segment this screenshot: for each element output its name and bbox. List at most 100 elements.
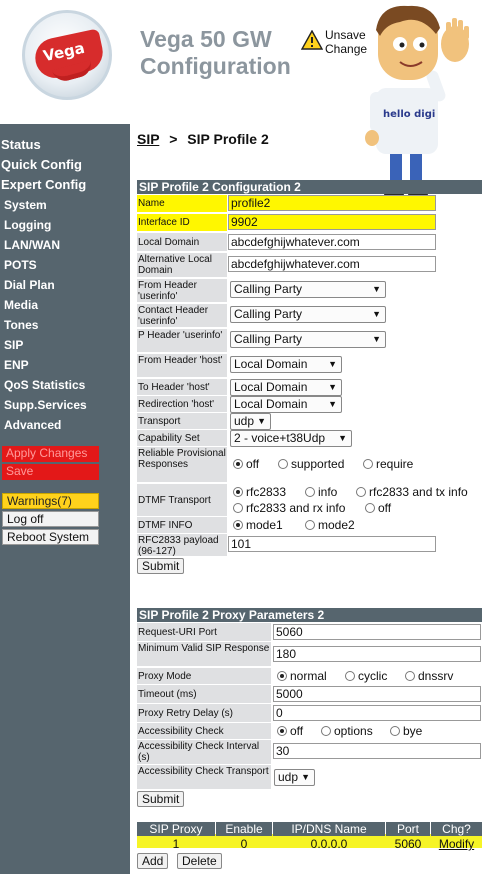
from-userinfo-label: From Header 'userinfo' (137, 279, 227, 302)
nav-qos-statistics[interactable]: QoS Statistics (4, 378, 85, 392)
access-check-transport-select[interactable]: udp ▼ (274, 769, 315, 786)
interface-id-input[interactable]: 9902 (228, 214, 436, 230)
accessibility-check-label: Accessibility Check (137, 723, 271, 739)
app-title: Vega 50 GW Configuration (140, 26, 291, 79)
nav-quick-config[interactable]: Quick Config (1, 157, 82, 172)
col-enable: Enable (216, 822, 272, 836)
modify-link[interactable]: Modify (431, 837, 482, 851)
col-sip-proxy: SIP Proxy (137, 822, 215, 836)
proxy-mode-label: Proxy Mode (137, 668, 271, 684)
name-row: Name profile2 (137, 195, 482, 212)
dtmf-info-label: DTMF INFO (137, 517, 227, 533)
reliable-off-radio[interactable]: off (233, 457, 259, 471)
reliable-require-radio[interactable]: require (363, 457, 413, 471)
to-host-select[interactable]: Local Domain ▼ (230, 379, 342, 396)
proxy-mode-normal-radio[interactable]: normal (277, 669, 327, 683)
from-userinfo-select[interactable]: Calling Party ▼ (230, 281, 386, 298)
timeout-row: Timeout (ms) 5000 (137, 685, 482, 703)
proxy-section-title: SIP Profile 2 Proxy Parameters 2 (137, 608, 482, 622)
contact-userinfo-select[interactable]: Calling Party ▼ (230, 306, 386, 323)
nav-dial-plan[interactable]: Dial Plan (4, 278, 55, 292)
access-check-off-radio[interactable]: off (277, 724, 303, 738)
nav-pots[interactable]: POTS (4, 258, 37, 272)
config-section-title: SIP Profile 2 Configuration 2 (137, 180, 482, 194)
retry-delay-label: Proxy Retry Delay (s) (137, 704, 271, 722)
nav-lan-wan[interactable]: LAN/WAN (4, 238, 60, 252)
nav-advanced[interactable]: Advanced (4, 418, 61, 432)
transport-row: Transport udp ▼ (137, 413, 482, 430)
timeout-input[interactable]: 5000 (273, 686, 481, 702)
local-domain-label: Local Domain (137, 233, 227, 251)
redirection-host-select[interactable]: Local Domain ▼ (230, 396, 342, 413)
delete-button[interactable]: Delete (177, 853, 222, 869)
dtmf-off-radio[interactable]: off (365, 501, 391, 515)
min-sip-response-input[interactable]: 180 (273, 646, 481, 662)
proxy-mode-dnssrv-radio[interactable]: dnssrv (405, 669, 453, 683)
reliable-supported-radio[interactable]: supported (278, 457, 344, 471)
name-label: Name (137, 195, 227, 212)
apply-changes-button[interactable]: Apply Changes (2, 446, 99, 462)
timeout-label: Timeout (ms) (137, 685, 271, 703)
contact-userinfo-label: Contact Header 'userinfo' (137, 304, 227, 327)
from-host-label: From Header 'host' (137, 354, 227, 377)
capability-set-label: Capability Set (137, 430, 227, 446)
proxy-mode-cyclic-radio[interactable]: cyclic (345, 669, 387, 683)
nav-media[interactable]: Media (4, 298, 38, 312)
redirection-host-row: Redirection 'host' Local Domain ▼ (137, 396, 482, 413)
warnings-button[interactable]: Warnings(7) (2, 493, 99, 509)
nav-logging[interactable]: Logging (4, 218, 51, 232)
access-check-transport-row: Accessibility Check Transport udp ▼ (137, 765, 482, 789)
col-port: Port (386, 822, 430, 836)
nav-enp[interactable]: ENP (4, 358, 29, 372)
breadcrumb: SIP > SIP Profile 2 (137, 131, 269, 147)
dtmf-info-mode2-radio[interactable]: mode2 (305, 518, 355, 532)
nav-supp-services[interactable]: Supp.Services (4, 398, 87, 412)
interface-id-label: Interface ID (137, 214, 227, 231)
mascot-shirt-text: hello digi (383, 109, 435, 120)
local-domain-input[interactable]: abcdefghijwhatever.com (228, 234, 436, 250)
to-host-row: To Header 'host' Local Domain ▼ (137, 379, 482, 396)
dtmf-rfc2833-radio[interactable]: rfc2833 (233, 485, 286, 499)
dtmf-rfc2833-tx-info-radio[interactable]: rfc2833 and tx info (356, 485, 468, 499)
interface-id-row: Interface ID 9902 (137, 214, 482, 231)
request-uri-port-input[interactable]: 5060 (273, 624, 481, 640)
from-host-select[interactable]: Local Domain ▼ (230, 356, 342, 373)
add-button[interactable]: Add (137, 853, 169, 869)
capability-set-select[interactable]: 2 - voice+t38Udp ▼ (230, 430, 352, 447)
log-off-button[interactable]: Log off (2, 511, 99, 527)
access-check-bye-radio[interactable]: bye (390, 724, 422, 738)
proxy-submit-button[interactable]: Submit (137, 791, 185, 807)
request-uri-port-row: Request-URI Port 5060 (137, 623, 482, 641)
retry-delay-row: Proxy Retry Delay (s) 0 (137, 704, 482, 722)
dtmf-info-row: DTMF INFO mode1 mode2 (137, 517, 482, 533)
from-userinfo-row: From Header 'userinfo' Calling Party ▼ (137, 279, 482, 302)
breadcrumb-sip-link[interactable]: SIP (137, 131, 159, 147)
alt-domain-row: Alternative Local Domain abcdefghijwhate… (137, 253, 482, 277)
nav-tones[interactable]: Tones (4, 318, 38, 332)
config-submit-button[interactable]: Submit (137, 558, 185, 574)
name-input[interactable]: profile2 (228, 195, 436, 211)
dtmf-transport-row: DTMF Transport rfc2833 info rfc2833 and … (137, 484, 482, 516)
dtmf-info-radio[interactable]: info (305, 485, 337, 499)
access-check-options-radio[interactable]: options (321, 724, 373, 738)
transport-select[interactable]: udp ▼ (230, 413, 271, 430)
request-uri-port-label: Request-URI Port (137, 623, 271, 641)
nav-sip[interactable]: SIP (4, 338, 23, 352)
dtmf-info-mode1-radio[interactable]: mode1 (233, 518, 283, 532)
nav-expert-config[interactable]: Expert Config (1, 177, 86, 192)
alt-domain-input[interactable]: abcdefghijwhatever.com (228, 256, 436, 272)
retry-delay-input[interactable]: 0 (273, 705, 481, 721)
mascot-illustration: hello digi (365, 5, 469, 198)
cell-port: 5060 (394, 837, 422, 851)
reliable-provisional-label: Reliable Provisional Responses (137, 447, 227, 482)
nav-status[interactable]: Status (1, 137, 41, 152)
p-userinfo-select[interactable]: Calling Party ▼ (230, 331, 386, 348)
rfc2833-payload-input[interactable]: 101 (228, 536, 436, 552)
breadcrumb-current: SIP Profile 2 (187, 131, 269, 147)
dtmf-rfc2833-rx-info-radio[interactable]: rfc2833 and rx info (233, 501, 345, 515)
col-ip-dns: IP/DNS Name (273, 822, 385, 836)
access-check-interval-input[interactable]: 30 (273, 743, 481, 759)
save-button[interactable]: Save (2, 464, 99, 480)
nav-system[interactable]: System (4, 198, 47, 212)
reboot-system-button[interactable]: Reboot System (2, 529, 99, 545)
